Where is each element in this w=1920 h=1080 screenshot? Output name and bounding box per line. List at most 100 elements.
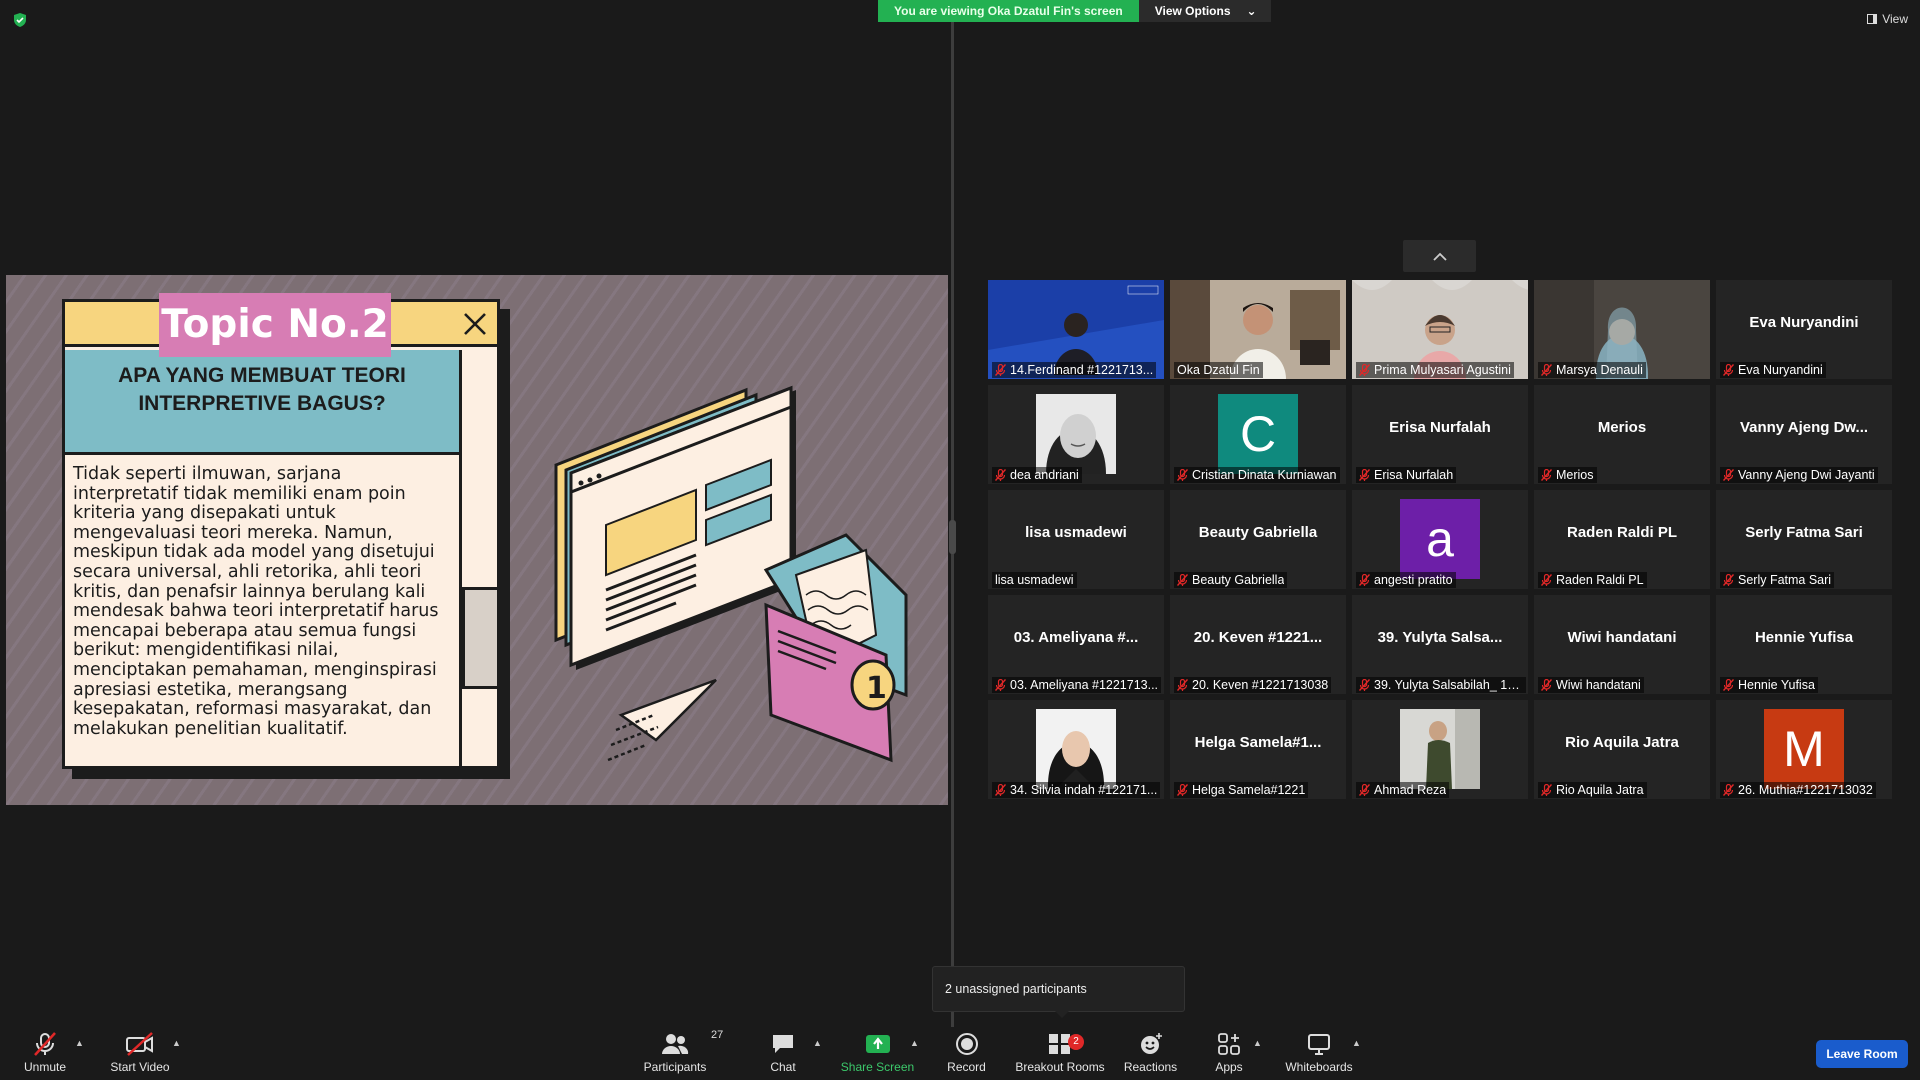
participant-tile[interactable]: 03. Ameliyana #... 03. Ameliyana #1221713… xyxy=(988,595,1164,694)
participant-name: Prima Mulyasari Agustini xyxy=(1374,363,1511,377)
participant-avatar xyxy=(1400,709,1480,789)
participant-name-label: lisa usmadewi xyxy=(992,572,1077,588)
unassigned-participants-tooltip[interactable]: 2 unassigned participants xyxy=(932,966,1185,1018)
participant-display-name: Helga Samela#1... xyxy=(1194,734,1322,751)
whiteboards-label: Whiteboards xyxy=(1285,1060,1353,1074)
participant-tile[interactable]: Serly Fatma Sari Serly Fatma Sari xyxy=(1716,490,1892,589)
apps-icon xyxy=(1218,1033,1240,1055)
participant-name-label: dea andriani xyxy=(992,467,1082,483)
participant-avatar xyxy=(1036,709,1116,789)
participants-label: Participants xyxy=(643,1060,707,1074)
participant-name: Merios xyxy=(1556,468,1594,482)
participant-name-label: 20. Keven #1221713038 xyxy=(1174,677,1332,693)
participant-tile[interactable]: Raden Raldi PL Raden Raldi PL xyxy=(1534,490,1710,589)
slide-body-text: Tidak seperti ilmuwan, sarjana interpret… xyxy=(65,455,462,766)
participant-name: Helga Samela#1221 xyxy=(1192,783,1306,797)
mic-muted-icon xyxy=(34,1032,56,1056)
chat-button[interactable]: Chat xyxy=(768,1031,798,1077)
chat-icon xyxy=(773,1035,793,1053)
participant-tile[interactable]: C Cristian Dinata Kurniawan xyxy=(1170,385,1346,484)
participant-tile[interactable]: Erisa Nurfalah Erisa Nurfalah xyxy=(1352,385,1528,484)
breakout-rooms-label: Breakout Rooms xyxy=(1015,1060,1105,1074)
participant-name: Beauty Gabriella xyxy=(1192,573,1285,587)
participant-avatar: M xyxy=(1764,709,1844,789)
participant-avatar: C xyxy=(1218,394,1298,474)
share-screen-button[interactable]: Share Screen xyxy=(840,1031,915,1077)
participant-tile[interactable]: 34. Silvia indah #122171... xyxy=(988,700,1164,799)
slide-scroll-thumb xyxy=(462,587,497,689)
whiteboards-options-chevron-icon[interactable]: ▲ xyxy=(1352,1038,1361,1048)
audio-options-chevron-icon[interactable]: ▲ xyxy=(75,1038,84,1048)
chat-options-chevron-icon[interactable]: ▲ xyxy=(813,1038,822,1048)
chevron-down-icon: ⌄ xyxy=(1246,4,1257,18)
whiteboards-button[interactable]: Whiteboards xyxy=(1283,1031,1355,1077)
participant-tile[interactable]: a angesti pratito xyxy=(1352,490,1528,589)
apps-button[interactable]: Apps xyxy=(1213,1031,1245,1077)
participant-tile[interactable]: Oka Dzatul Fin xyxy=(1170,280,1346,379)
participant-tile[interactable]: Hennie Yufisa Hennie Yufisa xyxy=(1716,595,1892,694)
participant-tile[interactable]: M 26. Muthia#1221713032 xyxy=(1716,700,1892,799)
participant-tile[interactable]: Eva Nuryandini Eva Nuryandini xyxy=(1716,280,1892,379)
apps-label: Apps xyxy=(1215,1060,1243,1074)
svg-text:1: 1 xyxy=(866,671,887,706)
participant-tile[interactable]: Wiwi handatani Wiwi handatani xyxy=(1534,595,1710,694)
breakout-rooms-badge: 2 xyxy=(1068,1034,1084,1050)
viewing-screen-text: You are viewing Oka Dzatul Fin's screen xyxy=(878,0,1139,22)
participant-name-label: Hennie Yufisa xyxy=(1720,677,1818,693)
participants-count: 27 xyxy=(711,1029,724,1041)
record-label: Record xyxy=(947,1060,986,1074)
start-video-label: Start Video xyxy=(110,1060,170,1074)
view-options-button[interactable]: View Options ⌄ xyxy=(1138,0,1271,22)
reactions-icon xyxy=(1140,1033,1162,1054)
participant-gallery: 14.Ferdinand #1221713... Oka Dzatul Fin Pr… xyxy=(988,280,1892,799)
participant-tile[interactable]: dea andriani xyxy=(988,385,1164,484)
participant-display-name: 03. Ameliyana #... xyxy=(1013,629,1139,646)
participant-tile[interactable]: Vanny Ajeng Dw... Vanny Ajeng Dwi Jayanti xyxy=(1716,385,1892,484)
participant-tile[interactable]: Helga Samela#1... Helga Samela#1221 xyxy=(1170,700,1346,799)
participant-tile[interactable]: Prima Mulyasari Agustini xyxy=(1352,280,1528,379)
mic-muted-icon xyxy=(1541,364,1552,376)
apps-options-chevron-icon[interactable]: ▲ xyxy=(1253,1038,1262,1048)
participant-name: angesti pratito xyxy=(1374,573,1453,587)
mic-muted-icon xyxy=(1541,679,1552,691)
shield-icon[interactable] xyxy=(12,12,28,28)
view-button[interactable]: View xyxy=(1867,12,1908,26)
share-options-chevron-icon[interactable]: ▲ xyxy=(910,1038,919,1048)
mic-muted-icon xyxy=(1177,679,1188,691)
record-button[interactable]: Record xyxy=(944,1031,989,1077)
participant-name-label: Prima Mulyasari Agustini xyxy=(1356,362,1514,378)
participant-name: Cristian Dinata Kurniawan xyxy=(1192,468,1337,482)
participant-tile[interactable]: 14.Ferdinand #1221713... xyxy=(988,280,1164,379)
participant-display-name: Vanny Ajeng Dw... xyxy=(1739,419,1869,436)
mic-muted-icon xyxy=(1723,784,1734,796)
participant-tile[interactable]: Merios Merios xyxy=(1534,385,1710,484)
participant-name: 39. Yulyta Salsabilah_ 12... xyxy=(1374,678,1523,692)
unmute-label: Unmute xyxy=(23,1060,67,1074)
reactions-button[interactable]: Reactions xyxy=(1123,1031,1178,1077)
participant-display-name: 20. Keven #1221... xyxy=(1193,629,1323,646)
participant-tile[interactable]: Beauty Gabriella Beauty Gabriella xyxy=(1170,490,1346,589)
breakout-rooms-button[interactable]: Breakout Rooms xyxy=(1015,1031,1105,1077)
participant-name-label: Serly Fatma Sari xyxy=(1720,572,1835,588)
participant-tile[interactable]: 20. Keven #1221... 20. Keven #1221713038 xyxy=(1170,595,1346,694)
unmute-button[interactable]: Unmute xyxy=(20,1031,70,1077)
participant-name-label: Beauty Gabriella xyxy=(1174,572,1288,588)
collapse-gallery-button[interactable] xyxy=(1403,240,1476,272)
participant-tile[interactable]: 39. Yulyta Salsa... 39. Yulyta Salsabilah… xyxy=(1352,595,1528,694)
participant-tile[interactable]: Rio Aquila Jatra Rio Aquila Jatra xyxy=(1534,700,1710,799)
participant-name: Vanny Ajeng Dwi Jayanti xyxy=(1738,468,1875,482)
participant-tile[interactable]: Ahmad Reza xyxy=(1352,700,1528,799)
participant-display-name: Serly Fatma Sari xyxy=(1745,524,1863,541)
participant-name-label: Eva Nuryandini xyxy=(1720,362,1826,378)
mic-muted-icon xyxy=(995,679,1006,691)
reactions-label: Reactions xyxy=(1123,1060,1178,1074)
participant-tile[interactable]: lisa usmadewi lisa usmadewi xyxy=(988,490,1164,589)
video-options-chevron-icon[interactable]: ▲ xyxy=(172,1038,181,1048)
screen-share-banner: You are viewing Oka Dzatul Fin's screen … xyxy=(878,0,1271,22)
participant-name: Ahmad Reza xyxy=(1374,783,1447,797)
participants-button[interactable]: 27 Participants xyxy=(640,1029,724,1077)
participant-tile[interactable]: Marsya Denauli xyxy=(1534,280,1710,379)
divider-handle[interactable] xyxy=(949,520,956,554)
leave-room-button[interactable]: Leave Room xyxy=(1816,1040,1908,1068)
start-video-button[interactable]: Start Video xyxy=(105,1031,175,1077)
